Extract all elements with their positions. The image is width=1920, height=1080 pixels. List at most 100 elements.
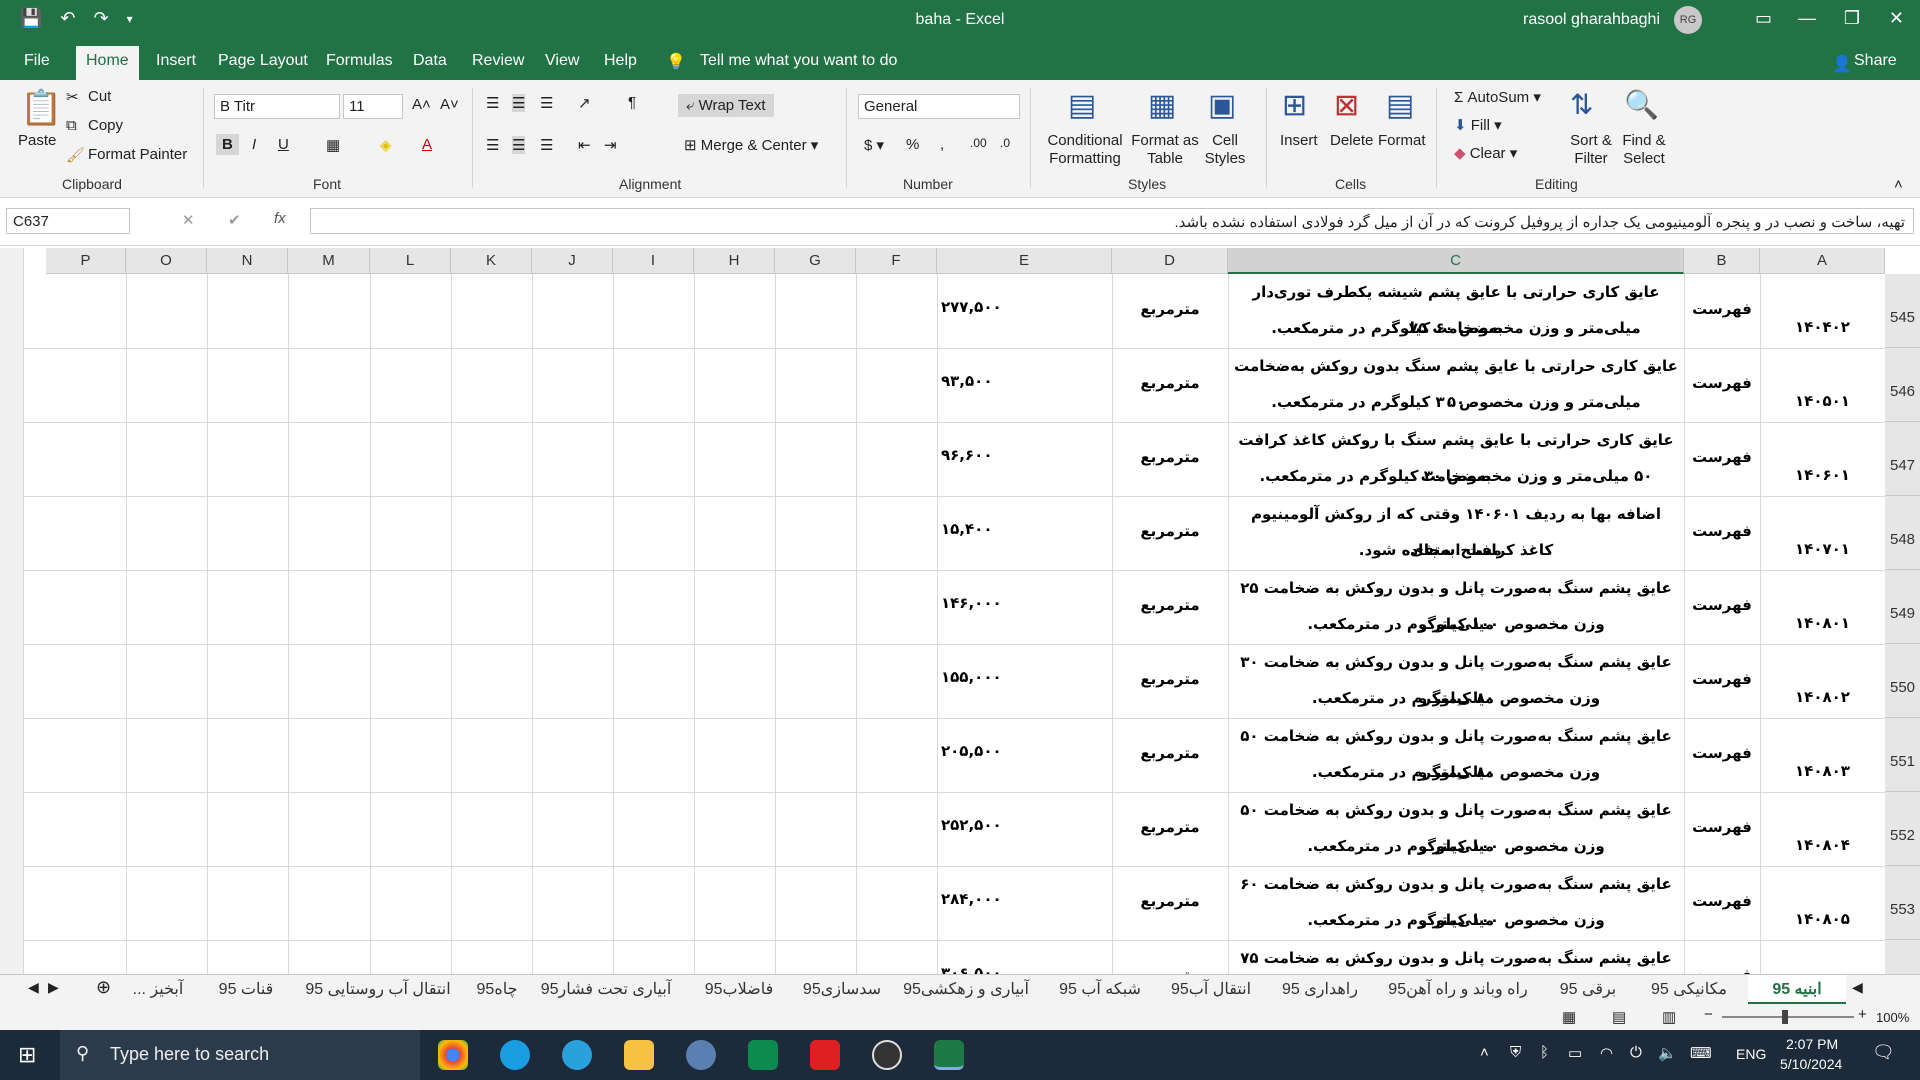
orientation-icon[interactable]: ↗ <box>578 94 591 112</box>
currency-icon[interactable]: $ ▾ <box>864 136 884 154</box>
zoom-in-icon[interactable]: + <box>1858 1006 1867 1023</box>
sheet-tab[interactable]: انتقال آب روستایی 95 <box>296 975 460 1005</box>
borders-icon[interactable]: ▦ <box>326 136 340 154</box>
cell-code[interactable]: ۱۴۰۸۰۱ <box>1760 614 1885 632</box>
find-select-button[interactable]: Find & Select <box>1618 132 1670 168</box>
paste-icon[interactable]: 📋 <box>20 88 62 128</box>
cell-code[interactable]: ۱۴۰۵۰۱ <box>1760 392 1885 410</box>
row-header[interactable]: 551 <box>1885 718 1920 792</box>
cell-source[interactable]: فهرست <box>1684 818 1760 836</box>
cell-price[interactable]: ۹۶,۶۰۰ <box>941 446 1106 464</box>
cell-code[interactable]: ۱۴۰۶۰۱ <box>1760 466 1885 484</box>
underline-button[interactable]: U <box>278 136 289 153</box>
copy-icon[interactable]: ⧉ <box>66 117 77 134</box>
cell-description[interactable]: عایق پشم سنگ به‌صورت پانل و بدون روکش به… <box>1234 940 1678 974</box>
row-header[interactable]: 550 <box>1885 644 1920 718</box>
telegram-icon[interactable] <box>562 1040 592 1070</box>
column-header-l[interactable]: L <box>370 248 451 274</box>
formula-input[interactable]: تهیه، ساخت و نصب در و پنجره آلومینیومی ی… <box>310 208 1914 234</box>
sheet-tab[interactable]: برقی 95 <box>1546 975 1630 1005</box>
increase-indent-icon[interactable]: ⇥ <box>604 136 617 154</box>
cell-styles-button[interactable]: Cell Styles <box>1200 132 1250 168</box>
page-layout-view-icon[interactable]: ▤ <box>1612 1008 1626 1026</box>
enter-icon[interactable]: ✔ <box>228 211 241 229</box>
cell-unit[interactable]: مترمربع <box>1112 596 1228 614</box>
worksheet-grid[interactable]: P O N M L K J I H G F E D C B A 545 ۱۴۰۴۰۲ فهرست عایق کاری … <box>0 248 1920 974</box>
taskbar-search[interactable]: ⚲ Type here to search <box>60 1030 420 1080</box>
column-header-m[interactable]: M <box>288 248 370 274</box>
media-player-icon[interactable] <box>872 1040 902 1070</box>
column-header-a[interactable]: A <box>1760 248 1885 274</box>
cell-description[interactable]: ۵۰ میلی‌متر و وزن مخصوص ۳۰ کیلوگرم در مت… <box>1234 458 1678 494</box>
column-header-p[interactable]: P <box>46 248 126 274</box>
number-format-select[interactable]: General <box>858 94 1020 119</box>
sheet-tab[interactable]: مکانیکی 95 <box>1642 975 1736 1005</box>
cell-source[interactable]: فهرست <box>1684 596 1760 614</box>
cell-description[interactable]: وزن مخصوص ۱۰۰ کیلوگرم در مترمکعب. <box>1234 606 1678 642</box>
tab-help[interactable]: Help <box>604 52 637 70</box>
column-header-o[interactable]: O <box>126 248 207 274</box>
vertical-scrollbar[interactable] <box>0 248 24 974</box>
column-header-g[interactable]: G <box>775 248 856 274</box>
share-icon[interactable]: 👤 <box>1832 54 1852 74</box>
tab-scroll-right-icon[interactable]: ▶ <box>48 979 59 996</box>
avatar[interactable]: RG <box>1674 6 1702 34</box>
insert-cells-icon[interactable]: ⊞ <box>1282 88 1307 123</box>
keyboard-icon[interactable]: ⌨ <box>1690 1044 1712 1062</box>
tab-review[interactable]: Review <box>472 52 524 70</box>
cell-unit[interactable]: مترمربع <box>1112 892 1228 910</box>
cut-button[interactable]: Cut <box>88 88 111 105</box>
decrease-font-icon[interactable]: A˅ <box>440 96 459 113</box>
decrease-indent-icon[interactable]: ⇤ <box>578 136 591 154</box>
row-header[interactable]: 553 <box>1885 866 1920 940</box>
align-center-icon[interactable]: ☰ <box>512 136 526 154</box>
cell-source[interactable]: فهرست <box>1684 522 1760 540</box>
column-header-i[interactable]: I <box>613 248 694 274</box>
add-sheet-icon[interactable]: ⊕ <box>96 977 111 998</box>
row-header[interactable]: 549 <box>1885 570 1920 644</box>
notifications-icon[interactable]: 🗨 <box>1872 1042 1895 1063</box>
sheet-tab[interactable]: آبخیز ... <box>120 975 196 1005</box>
excel-taskbar-icon[interactable] <box>934 1040 964 1070</box>
cell-description[interactable]: وزن مخصوص ۸۰ کیلوگرم در مترمکعب. <box>1234 680 1678 716</box>
sheet-tab[interactable]: قنات 95 <box>208 975 284 1005</box>
increase-decimal-icon[interactable]: .00 <box>970 136 987 150</box>
cell-unit[interactable]: مترمربع <box>1112 966 1228 974</box>
cell-source[interactable]: فهرست <box>1684 448 1760 466</box>
clock-time[interactable]: 2:07 PM <box>1786 1036 1838 1052</box>
format-as-table-button[interactable]: Format as Table <box>1130 132 1200 168</box>
comma-icon[interactable]: , <box>940 136 944 153</box>
cell-code[interactable]: ۱۴۰۸۰۴ <box>1760 836 1885 854</box>
row-header[interactable]: 545 <box>1885 274 1920 348</box>
align-middle-icon[interactable]: ☰ <box>512 94 526 112</box>
tab-scroll-left-icon[interactable]: ◀ <box>28 979 39 996</box>
page-break-view-icon[interactable]: ▥ <box>1662 1008 1676 1026</box>
tab-formulas[interactable]: Formulas <box>326 52 393 70</box>
cell-description[interactable]: وزن مخصوص ۸۰ کیلوگرم در مترمکعب. <box>1234 754 1678 790</box>
close-icon[interactable]: ✕ <box>1889 8 1904 29</box>
column-header-k[interactable]: K <box>451 248 532 274</box>
cell-price[interactable]: ۲۵۲,۵۰۰ <box>941 816 1106 834</box>
battery-icon[interactable]: ▭ <box>1568 1044 1582 1062</box>
sort-filter-icon[interactable]: ⇅ <box>1570 88 1593 121</box>
ribbon-display-icon[interactable]: ▭ <box>1755 8 1772 29</box>
align-top-icon[interactable]: ☰ <box>486 94 499 112</box>
wrap-text-button[interactable]: ⤶ Wrap Text <box>678 94 774 117</box>
format-cells-icon[interactable]: ▤ <box>1386 88 1414 123</box>
clear-button[interactable]: ◆ Clear ▾ <box>1454 144 1517 162</box>
sheet-tab[interactable]: فاضلاب95 <box>690 975 788 1005</box>
acrobat-icon[interactable] <box>810 1040 840 1070</box>
cell-price[interactable]: ۲۸۴,۰۰۰ <box>941 890 1106 908</box>
cancel-icon[interactable]: ✕ <box>182 211 195 229</box>
volume-icon[interactable]: 🔈 <box>1658 1044 1677 1062</box>
tab-file[interactable]: File <box>24 52 50 70</box>
cell-unit[interactable]: مترمربع <box>1112 374 1228 392</box>
normal-view-icon[interactable]: ▦ <box>1562 1008 1576 1026</box>
cell-price[interactable]: ۳۰۶,۵۰۰ <box>941 964 1106 974</box>
row-header[interactable]: 548 <box>1885 496 1920 570</box>
align-right-icon[interactable]: ☰ <box>540 136 553 154</box>
tab-data[interactable]: Data <box>413 52 447 70</box>
cell-price[interactable]: ۹۳,۵۰۰ <box>941 372 1106 390</box>
cell-description[interactable]: میلی‌متر و وزن مخصوص ۳۰ کیلوگرم در مترمک… <box>1234 384 1678 420</box>
tab-insert[interactable]: Insert <box>156 52 196 70</box>
